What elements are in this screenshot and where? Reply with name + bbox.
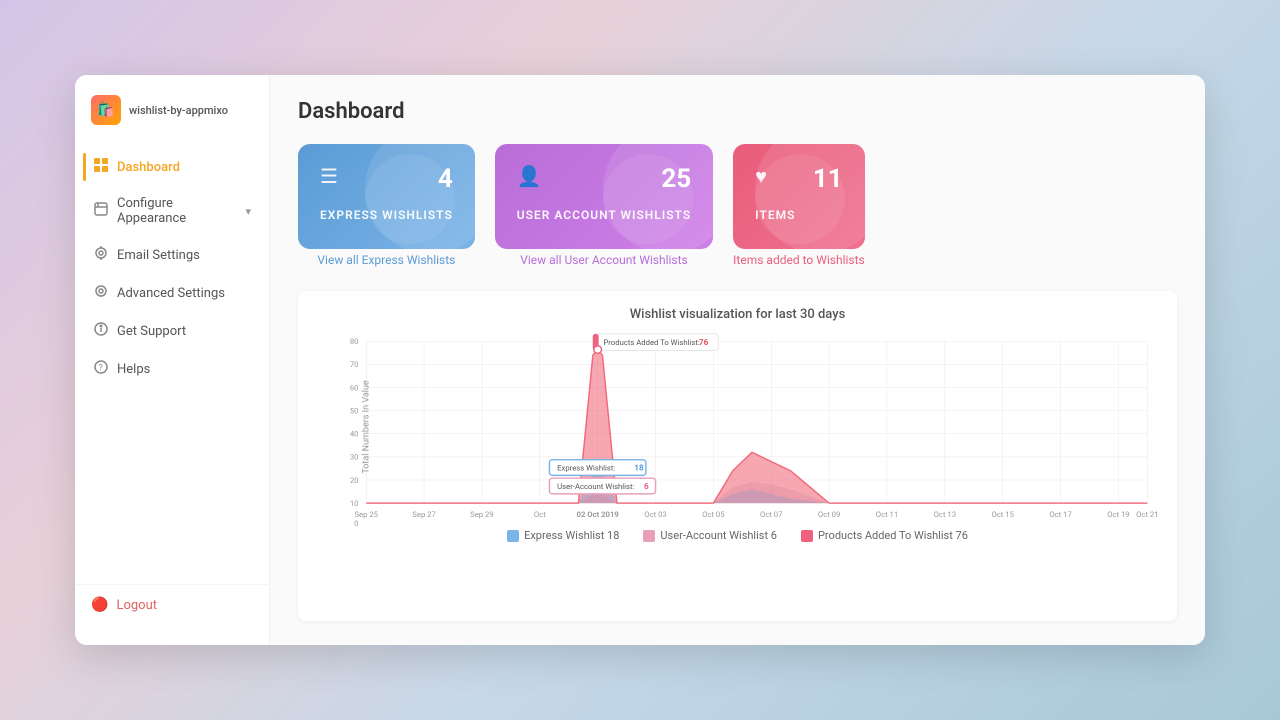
sidebar: 🛍️ wishlist-by-appmixo Dashboard Configu… <box>75 75 270 645</box>
configure-icon <box>93 202 109 220</box>
help-icon: ? <box>93 360 109 378</box>
page-title: Dashboard <box>298 99 1177 124</box>
svg-text:Oct 15: Oct 15 <box>991 510 1013 519</box>
legend-dot-express <box>507 530 519 542</box>
legend-dot-user <box>643 530 655 542</box>
chart-area: .grid-line { stroke: #e8e8e8; stroke-wid… <box>318 332 1157 521</box>
svg-text:Sep 25: Sep 25 <box>354 510 378 519</box>
svg-text:Oct 13: Oct 13 <box>934 510 956 519</box>
card-link-items[interactable]: Items added to Wishlists <box>733 253 865 267</box>
chart-legend: Express Wishlist 18 User-Account Wishlis… <box>318 529 1157 542</box>
legend-products: Products Added To Wishlist 76 <box>801 529 968 542</box>
sidebar-item-email-label: Email Settings <box>117 248 200 263</box>
user-account-area <box>366 482 1147 503</box>
stat-card-express[interactable]: ☰ 4 EXPRESS WISHLISTS View all Express W… <box>298 144 475 267</box>
stat-card-pink: ♥ 11 ITEMS <box>733 144 865 249</box>
sidebar-item-configure-appearance[interactable]: Configure Appearance ▾ <box>83 187 261 235</box>
svg-text:18: 18 <box>634 464 644 473</box>
svg-text:0: 0 <box>354 519 358 528</box>
sidebar-logo: 🛍️ wishlist-by-appmixo <box>75 95 269 149</box>
svg-text:Oct: Oct <box>534 510 546 519</box>
svg-text:Oct 11: Oct 11 <box>876 510 898 519</box>
card-link-express[interactable]: View all Express Wishlists <box>298 253 475 267</box>
svg-text:6: 6 <box>644 482 649 491</box>
svg-text:20: 20 <box>350 476 359 485</box>
main-content: Dashboard ☰ 4 EXPRESS WISHLISTS View all… <box>270 75 1205 645</box>
svg-text:Oct 03: Oct 03 <box>644 510 666 519</box>
svg-text:Oct 09: Oct 09 <box>818 510 840 519</box>
logout-label: Logout <box>116 598 157 613</box>
sidebar-item-advanced-settings[interactable]: Advanced Settings <box>83 275 261 311</box>
stat-card-blue: ☰ 4 EXPRESS WISHLISTS <box>298 144 475 249</box>
dashboard-icon <box>93 158 109 176</box>
stat-card-purple: 👤 25 USER ACCOUNT WISHLISTS <box>495 144 713 249</box>
sidebar-navigation: Dashboard Configure Appearance ▾ Email S… <box>75 149 269 584</box>
chart-svg: .grid-line { stroke: #e8e8e8; stroke-wid… <box>318 332 1157 517</box>
card-icon-items: ♥ <box>755 164 767 189</box>
legend-user-account: User-Account Wishlist 6 <box>643 529 777 542</box>
stat-card-user-account[interactable]: 👤 25 USER ACCOUNT WISHLISTS View all Use… <box>495 144 713 267</box>
support-icon <box>93 322 109 340</box>
stat-cards-container: ☰ 4 EXPRESS WISHLISTS View all Express W… <box>298 144 1177 267</box>
svg-text:60: 60 <box>350 383 359 392</box>
card-icon-express: ☰ <box>320 164 338 188</box>
svg-text:Products Added To Wishlist:: Products Added To Wishlist: <box>603 338 699 347</box>
svg-text:?: ? <box>99 364 103 374</box>
sidebar-item-helps[interactable]: ? Helps <box>83 351 261 387</box>
y-axis-label: Total Numbers In Value <box>362 380 372 473</box>
svg-text:80: 80 <box>350 337 359 346</box>
svg-text:Oct 07: Oct 07 <box>760 510 782 519</box>
svg-text:User-Account Wishlist:: User-Account Wishlist: <box>557 482 634 491</box>
card-link-user[interactable]: View all User Account Wishlists <box>495 253 713 267</box>
sidebar-item-advanced-label: Advanced Settings <box>117 286 225 301</box>
chart-section: Wishlist visualization for last 30 days … <box>298 291 1177 621</box>
svg-text:50: 50 <box>350 407 359 416</box>
svg-text:40: 40 <box>350 430 359 439</box>
chart-title: Wishlist visualization for last 30 days <box>318 307 1157 322</box>
card-label-express: EXPRESS WISHLISTS <box>320 208 453 222</box>
svg-text:Oct 19: Oct 19 <box>1107 510 1129 519</box>
svg-text:Oct 21: Oct 21 <box>1136 510 1158 519</box>
chevron-down-icon: ▾ <box>245 205 251 218</box>
legend-label-express: Express Wishlist 18 <box>524 529 619 542</box>
sidebar-footer: 🔴 Logout <box>75 584 269 625</box>
svg-text:Oct 05: Oct 05 <box>702 510 724 519</box>
logout-icon: 🔴 <box>91 597 108 613</box>
sidebar-item-support-label: Get Support <box>117 324 186 339</box>
app-name: wishlist-by-appmixo <box>129 104 228 117</box>
svg-text:02 Oct 2019: 02 Oct 2019 <box>577 510 619 519</box>
svg-text:76: 76 <box>699 338 709 347</box>
svg-text:Sep 27: Sep 27 <box>412 510 436 519</box>
legend-label-user: User-Account Wishlist 6 <box>660 529 777 542</box>
legend-dot-products <box>801 530 813 542</box>
sidebar-item-dashboard-label: Dashboard <box>117 160 180 175</box>
svg-text:Express Wishlist:: Express Wishlist: <box>557 464 615 473</box>
card-label-user: USER ACCOUNT WISHLISTS <box>517 208 691 222</box>
app-logo-icon: 🛍️ <box>91 95 121 125</box>
email-settings-icon <box>93 246 109 264</box>
app-window: 🛍️ wishlist-by-appmixo Dashboard Configu… <box>75 75 1205 645</box>
logout-button[interactable]: 🔴 Logout <box>91 597 253 613</box>
card-count-express: 4 <box>438 164 453 194</box>
svg-text:Oct 17: Oct 17 <box>1049 510 1071 519</box>
card-count-user: 25 <box>661 164 691 194</box>
sidebar-item-get-support[interactable]: Get Support <box>83 313 261 349</box>
legend-label-products: Products Added To Wishlist 76 <box>818 529 968 542</box>
card-count-items: 11 <box>813 164 843 194</box>
sidebar-item-email-settings[interactable]: Email Settings <box>83 237 261 273</box>
card-icon-user: 👤 <box>517 164 542 188</box>
sidebar-item-helps-label: Helps <box>117 362 150 377</box>
svg-text:Sep 29: Sep 29 <box>470 510 494 519</box>
sidebar-item-configure-label: Configure Appearance <box>117 196 237 226</box>
svg-text:10: 10 <box>350 499 359 508</box>
svg-text:30: 30 <box>350 453 359 462</box>
advanced-settings-icon <box>93 284 109 302</box>
legend-express: Express Wishlist 18 <box>507 529 619 542</box>
sidebar-item-dashboard[interactable]: Dashboard <box>83 149 261 185</box>
svg-text:70: 70 <box>350 360 359 369</box>
card-label-items: ITEMS <box>755 208 843 222</box>
stat-card-items[interactable]: ♥ 11 ITEMS Items added to Wishlists <box>733 144 865 267</box>
